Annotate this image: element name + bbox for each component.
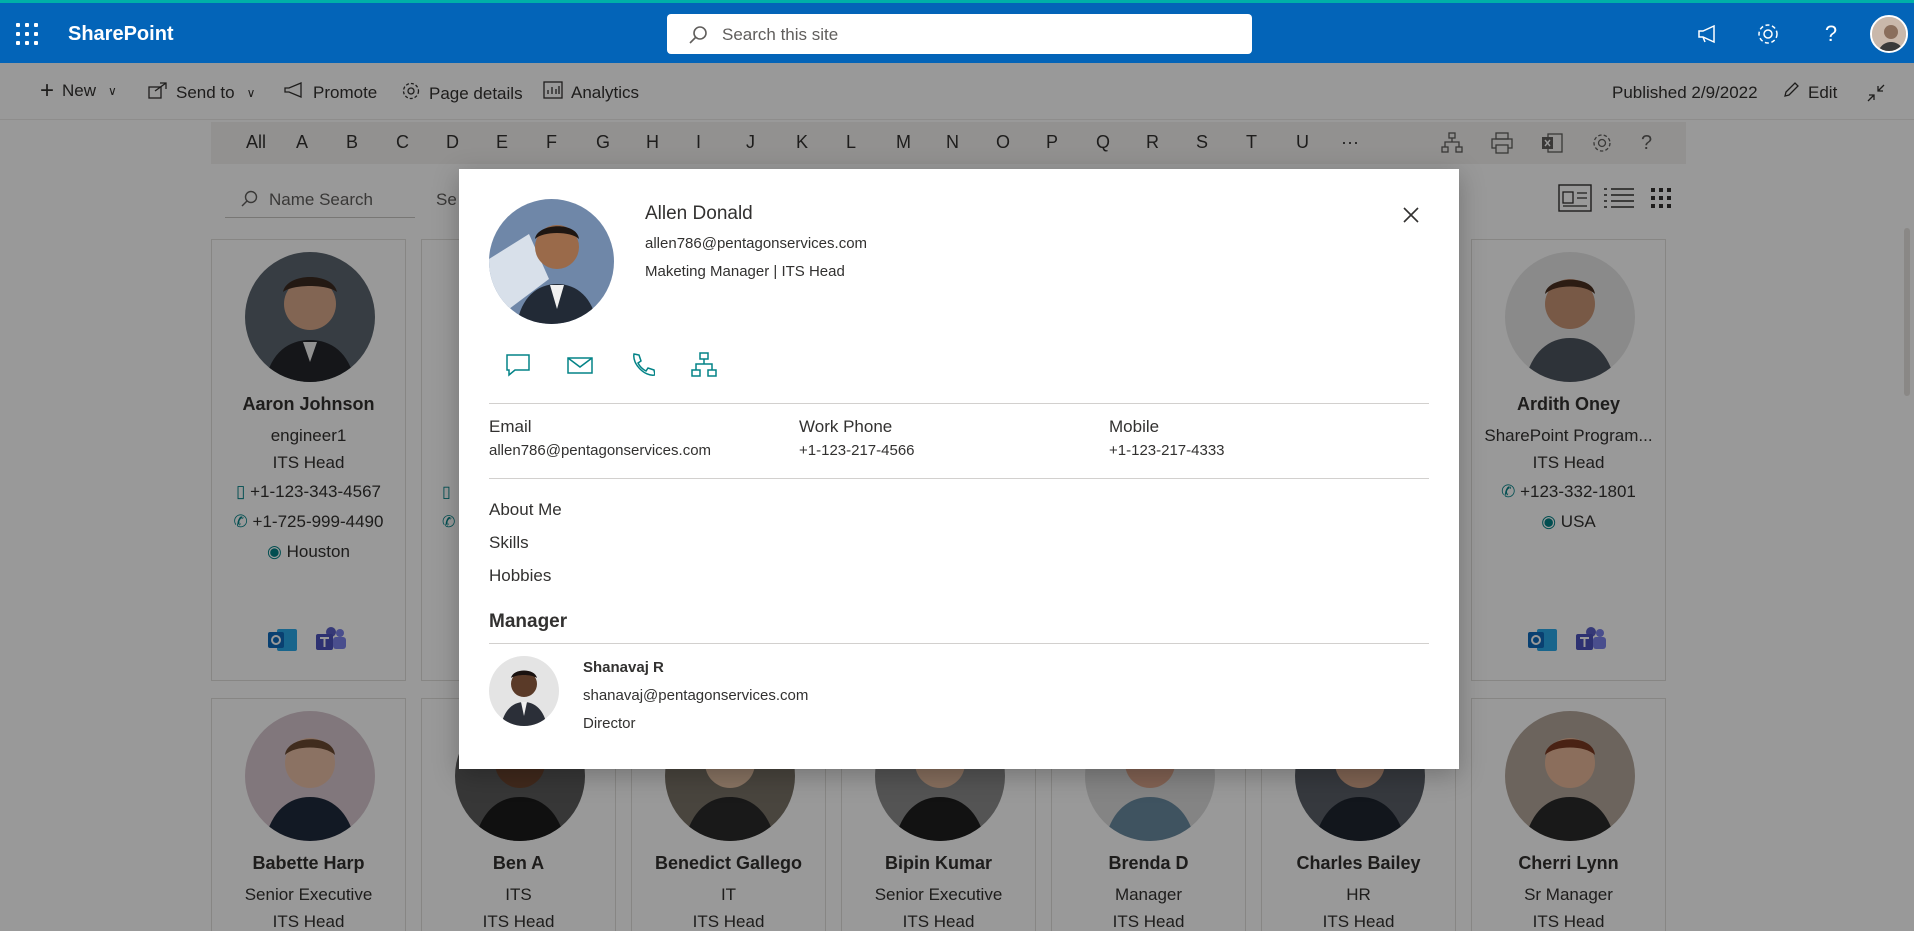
work-phone-field: Work Phone +1-123-217-4566 [799, 417, 915, 459]
profile-job-title: Maketing Manager | ITS Head [645, 263, 845, 280]
manager-heading: Manager [489, 611, 568, 632]
close-icon[interactable] [1399, 203, 1423, 227]
profile-email[interactable]: allen786@pentagonservices.com [645, 235, 867, 252]
site-title[interactable]: SharePoint [68, 23, 174, 46]
divider [489, 403, 1429, 404]
search-icon [687, 24, 709, 51]
about-me-section: About Me [489, 500, 562, 519]
email-field: Email allen786@pentagonservices.com [489, 417, 711, 459]
profile-photo [489, 199, 614, 324]
org-chart-icon[interactable] [691, 352, 717, 378]
profile-dialog: Allen Donald allen786@pentagonservices.c… [459, 169, 1459, 769]
manager-title: Director [583, 715, 636, 732]
app-launcher-icon[interactable] [16, 23, 38, 45]
help-icon[interactable]: ? [1818, 21, 1844, 47]
field-label: Work Phone [799, 417, 893, 436]
search-placeholder: Search this site [722, 25, 839, 44]
divider [489, 643, 1429, 644]
field-value[interactable]: +1-123-217-4566 [799, 442, 915, 459]
megaphone-icon[interactable] [1695, 21, 1721, 47]
manager-photo[interactable] [489, 656, 559, 726]
settings-gear-icon[interactable] [1755, 21, 1781, 47]
search-box[interactable]: Search this site [667, 14, 1252, 54]
field-value[interactable]: allen786@pentagonservices.com [489, 442, 711, 459]
divider [489, 478, 1429, 479]
mobile-field: Mobile +1-123-217-4333 [1109, 417, 1225, 459]
page-scrollbar[interactable] [1904, 228, 1910, 396]
manager-email[interactable]: shanavaj@pentagonservices.com [583, 687, 808, 704]
suite-bar: SharePoint Search this site ? [0, 0, 1914, 63]
field-label: Email [489, 417, 532, 436]
manager-name[interactable]: Shanavaj R [583, 659, 664, 676]
skills-section: Skills [489, 533, 529, 552]
profile-name: Allen Donald [645, 203, 753, 224]
phone-icon[interactable] [629, 352, 656, 378]
chat-icon[interactable] [505, 352, 531, 378]
field-label: Mobile [1109, 417, 1160, 436]
user-avatar[interactable] [1870, 15, 1908, 53]
hobbies-section: Hobbies [489, 566, 552, 585]
mail-icon[interactable] [567, 352, 593, 378]
field-value[interactable]: +1-123-217-4333 [1109, 442, 1225, 459]
